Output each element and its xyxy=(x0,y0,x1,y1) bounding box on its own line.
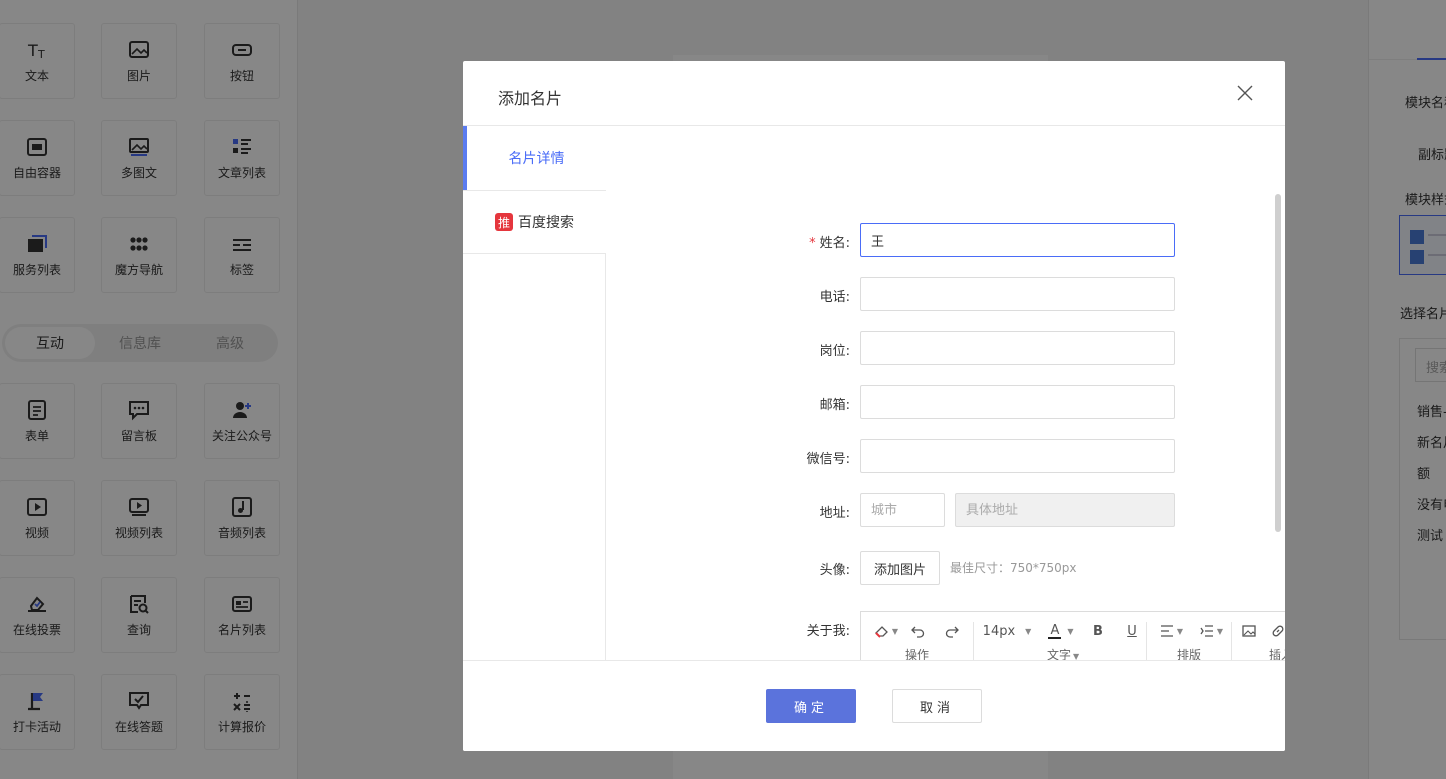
undo-icon xyxy=(911,626,925,638)
insert-image-button[interactable] xyxy=(1237,620,1261,642)
city-input[interactable] xyxy=(860,493,945,527)
link-icon xyxy=(1272,625,1284,637)
close-button[interactable] xyxy=(1233,81,1257,105)
name-input[interactable] xyxy=(860,223,1175,257)
dialog-form: *姓名: 电话: 岗位: 邮箱: 微信号: 地址: 头像: 添加图片 最佳尺寸：… xyxy=(607,126,1285,660)
toolbar-caption-layout: 排版 xyxy=(1177,648,1202,660)
dialog-side-tabs: 名片详情 推 百度搜索 xyxy=(463,126,606,660)
font-size-select[interactable]: 14px ▼ xyxy=(981,620,1033,642)
avatar-label: 头像: xyxy=(819,563,850,578)
dialog-scrollbar[interactable] xyxy=(1275,194,1281,532)
toolbar-group-text: 14px ▼ A ▼ B U 文字 ▼ xyxy=(981,612,1141,661)
tab-card-details[interactable]: 名片详情 xyxy=(463,126,606,190)
address-label: 地址: xyxy=(819,506,850,521)
dialog-footer: 确定 取消 xyxy=(463,660,1285,751)
redo-button[interactable] xyxy=(935,620,969,642)
add-card-dialog: 添加名片 名片详情 推 百度搜索 *姓名: 电话: 岗位: 邮箱: 微信号: 地… xyxy=(463,61,1285,751)
insert-link-button[interactable] xyxy=(1261,620,1285,642)
position-label: 岗位: xyxy=(819,344,850,359)
email-input[interactable] xyxy=(860,385,1175,419)
tab-baidu-search-label: 百度搜索 xyxy=(518,215,574,231)
align-button[interactable]: ▼ xyxy=(1153,620,1189,642)
eraser-icon xyxy=(875,626,888,638)
image-icon xyxy=(1242,625,1256,637)
phone-label: 电话: xyxy=(819,290,850,305)
editor-toolbar: ▼ 操作 14px ▼ A ▼ B U 文字 ▼ ▼ ▼ 排版 插 xyxy=(861,612,1285,660)
toolbar-group-insert: 插入▼ xyxy=(1237,612,1285,660)
toolbar-group-actions: ▼ 操作 xyxy=(871,612,971,660)
toolbar-caption-actions: 操作 xyxy=(905,648,930,660)
cancel-button[interactable]: 取消 xyxy=(892,689,982,723)
font-color-button[interactable]: A ▼ xyxy=(1041,620,1081,642)
indent-icon xyxy=(1200,625,1213,637)
dialog-header: 添加名片 xyxy=(463,61,1285,126)
tab-baidu-search[interactable]: 推 百度搜索 xyxy=(463,190,606,254)
underline-button[interactable]: U xyxy=(1115,620,1149,642)
redo-icon xyxy=(945,626,959,638)
wechat-label: 微信号: xyxy=(806,452,850,467)
about-me-label: 关于我: xyxy=(806,624,850,639)
undo-button[interactable] xyxy=(901,620,935,642)
name-label: * 姓名: xyxy=(809,236,850,251)
toolbar-group-layout: ▼ ▼ 排版 xyxy=(1153,612,1233,660)
rich-text-editor: ▼ 操作 14px ▼ A ▼ B U 文字 ▼ ▼ ▼ 排版 插 xyxy=(860,611,1285,660)
eraser-button[interactable]: ▼ xyxy=(871,620,901,642)
add-image-button[interactable]: 添加图片 xyxy=(860,551,940,585)
dialog-title: 添加名片 xyxy=(498,89,563,108)
recommend-badge: 推 xyxy=(495,213,513,231)
indent-button[interactable]: ▼ xyxy=(1193,620,1229,642)
confirm-button[interactable]: 确定 xyxy=(766,689,856,723)
image-size-hint: 最佳尺寸：750*750px xyxy=(950,561,1077,575)
position-input[interactable] xyxy=(860,331,1175,365)
toolbar-caption-text: 文字 ▼ xyxy=(1047,648,1080,660)
phone-input[interactable] xyxy=(860,277,1175,311)
bold-button[interactable]: B xyxy=(1081,620,1115,642)
font-color-icon: A xyxy=(1048,624,1062,639)
wechat-input[interactable] xyxy=(860,439,1175,473)
align-left-icon xyxy=(1160,625,1173,637)
email-label: 邮箱: xyxy=(819,398,850,413)
toolbar-caption-insert: 插入▼ xyxy=(1269,648,1285,660)
address-detail-input[interactable] xyxy=(955,493,1175,527)
close-icon xyxy=(1237,85,1253,101)
